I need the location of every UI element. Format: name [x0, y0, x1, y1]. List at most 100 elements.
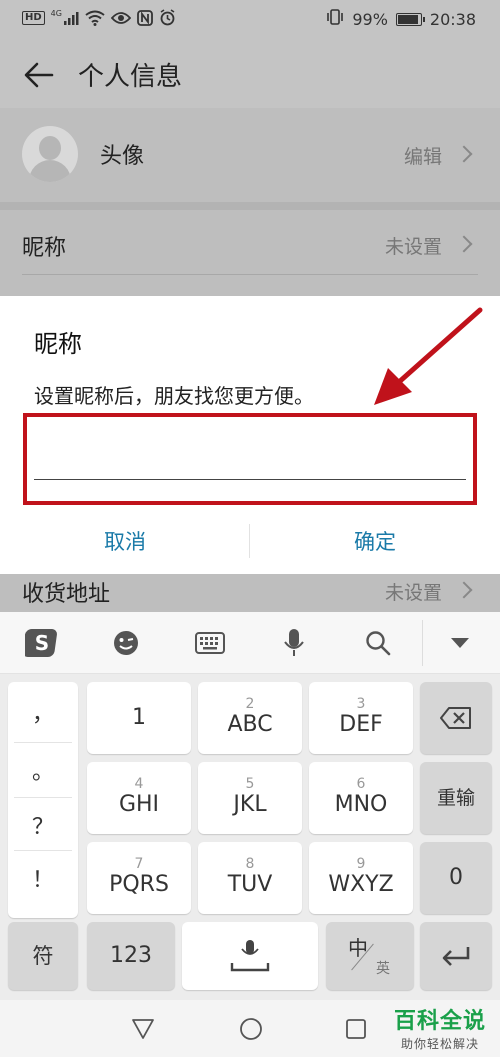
enter-icon	[442, 947, 470, 966]
nav-back-icon[interactable]	[131, 1018, 155, 1040]
keyboard: ， 。 ？ ！ 1 2 ABC 3 DEF 4 GHI 5 JKL 6 MNO …	[0, 674, 500, 1000]
key-3[interactable]: 3 DEF	[309, 682, 413, 754]
chevron-right-icon	[455, 235, 473, 253]
punctuation-column: ， 。 ？ ！	[8, 682, 78, 918]
avatar-edit-value: 编辑	[403, 146, 442, 168]
nav-recents-icon[interactable]	[345, 1018, 367, 1040]
avatar	[22, 126, 78, 182]
row-divider	[22, 274, 478, 275]
watermark-title: 百科全说	[393, 1009, 486, 1034]
key-main-label: WXYZ	[328, 872, 394, 897]
key-2[interactable]: 2 ABC	[198, 682, 302, 754]
key-main-label: PQRS	[109, 872, 169, 897]
annotation-arrow-icon	[374, 307, 483, 405]
status-bar: HD 4G 99% 20:38	[0, 0, 500, 42]
clock: 20:38	[429, 9, 476, 29]
status-icons-right: 99% 20:38	[326, 9, 476, 29]
key-main-label: DEF	[339, 712, 383, 737]
keyboard-toolbar: S	[0, 612, 500, 674]
key-num-label: 2	[245, 696, 255, 712]
reenter-key[interactable]: 重输	[420, 762, 492, 834]
signal-icon: 4G	[51, 9, 79, 26]
eye-icon	[110, 9, 131, 26]
symbols-key[interactable]: 符	[8, 922, 78, 990]
key-num-label: 5	[245, 776, 255, 792]
watermark-subtitle: 助你轻松解决	[400, 1037, 479, 1051]
key-num-label: 8	[245, 856, 255, 872]
backspace-key[interactable]	[420, 682, 492, 754]
numbers-label: 123	[110, 943, 152, 968]
key-5[interactable]: 5 JKL	[198, 762, 302, 834]
nickname-row[interactable]: 昵称 未设置	[0, 210, 500, 296]
key-num-label: 9	[356, 856, 366, 872]
highlight-box	[23, 413, 477, 505]
reenter-label: 重输	[436, 787, 475, 809]
keyboard-icon[interactable]	[192, 626, 228, 660]
address-row[interactable]: 收货地址 未设置	[0, 572, 500, 612]
dialog-title: 昵称	[34, 330, 82, 358]
punct-question-key[interactable]: ？	[8, 799, 78, 851]
key-7[interactable]: 7 PQRS	[87, 842, 191, 914]
alarm-icon	[159, 9, 176, 26]
space-key[interactable]	[182, 922, 318, 990]
toolbar-divider	[422, 620, 423, 666]
key-0[interactable]: 0	[420, 842, 492, 914]
key-1[interactable]: 1	[87, 682, 191, 754]
avatar-label: 头像	[100, 144, 145, 169]
back-arrow-icon[interactable]	[22, 58, 56, 92]
chevron-right-icon	[455, 145, 473, 163]
punct-exclaim-key[interactable]: ！	[8, 852, 78, 904]
wifi-icon	[85, 9, 105, 26]
battery-percent: 99%	[352, 9, 388, 29]
nav-home-icon[interactable]	[239, 1017, 263, 1041]
key-4[interactable]: 4 GHI	[87, 762, 191, 834]
address-label: 收货地址	[22, 582, 111, 607]
language-switch-glyph: 中 英	[340, 930, 400, 982]
key-8[interactable]: 8 TUV	[198, 842, 302, 914]
dialog-message: 设置昵称后，朋友找您更方便。	[34, 384, 314, 408]
punct-comma-key[interactable]: ，	[8, 686, 78, 738]
network-type: 4G	[50, 9, 62, 18]
key-num-label: 3	[356, 696, 366, 712]
key-main-label: 1	[132, 705, 146, 730]
language-switch-key[interactable]: 中 英	[326, 922, 414, 990]
collapse-icon[interactable]	[442, 626, 478, 660]
page-title: 个人信息	[78, 62, 183, 92]
zero-label: 0	[449, 865, 463, 890]
key-main-label: GHI	[118, 792, 160, 817]
confirm-button[interactable]: 确定	[250, 526, 500, 556]
key-9[interactable]: 9 WXYZ	[309, 842, 413, 914]
chevron-right-icon	[455, 581, 473, 599]
mic-icon[interactable]	[276, 626, 312, 660]
key-main-label: ABC	[227, 712, 273, 737]
sogou-logo-icon[interactable]: S	[24, 626, 60, 660]
battery-icon	[395, 12, 425, 26]
avatar-row[interactable]: 头像 编辑	[0, 108, 500, 202]
watermark: 百科全说 助你轻松解决	[394, 1003, 486, 1052]
cancel-button[interactable]: 取消	[0, 526, 250, 556]
address-value: 未设置	[384, 582, 442, 604]
enter-key[interactable]	[420, 922, 492, 990]
emoji-icon[interactable]	[108, 626, 144, 660]
backspace-icon	[440, 707, 471, 729]
vibrate-icon	[326, 9, 344, 29]
symbols-label: 符	[32, 944, 54, 968]
key-6[interactable]: 6 MNO	[309, 762, 413, 834]
status-icons-left: HD 4G	[22, 9, 176, 26]
nickname-value: 未设置	[384, 236, 442, 258]
key-num-label: 4	[134, 776, 144, 792]
key-num-label: 7	[134, 856, 144, 872]
app-bar: 个人信息	[0, 42, 500, 108]
key-main-label: JKL	[233, 792, 267, 817]
lang-secondary-label: 英	[376, 961, 390, 977]
punct-period-key[interactable]: 。	[8, 744, 78, 796]
hd-badge: HD	[22, 10, 45, 25]
search-icon[interactable]	[360, 626, 396, 660]
key-main-label: MNO	[334, 792, 388, 817]
numbers-key[interactable]: 123	[87, 922, 175, 990]
nfc-icon	[137, 9, 153, 26]
nickname-label: 昵称	[22, 236, 67, 261]
key-num-label: 6	[356, 776, 366, 792]
key-main-label: TUV	[227, 872, 273, 897]
svg-text:S: S	[35, 631, 49, 655]
